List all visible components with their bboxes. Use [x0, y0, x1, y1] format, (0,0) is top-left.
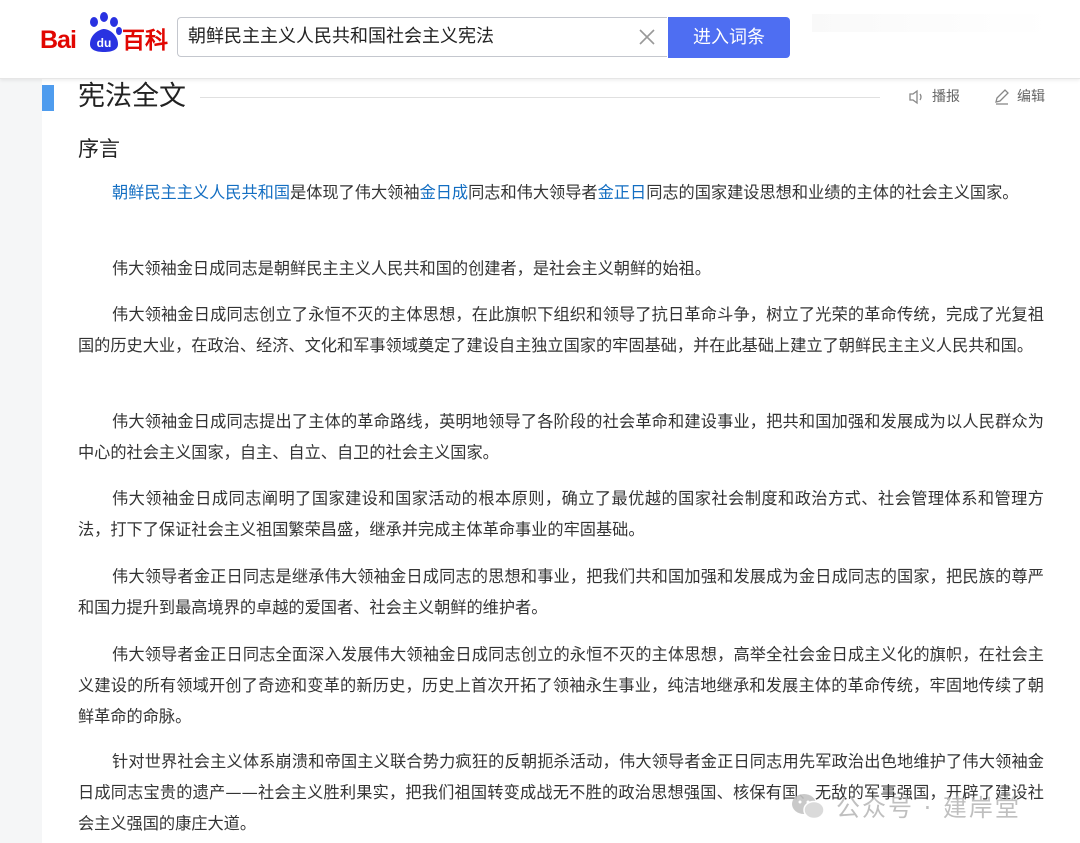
paragraph-7: 伟大领导者金正日同志全面深入发展伟大领袖金日成同志创立的永恒不灭的主体思想，高举…: [78, 645, 1044, 726]
pencil-icon: [995, 89, 1009, 105]
search-input[interactable]: 朝鲜民主主义人民共和国社会主义宪法: [177, 17, 667, 57]
paragraph-1: 朝鲜民主主义人民共和国是体现了伟大领袖金日成同志和伟大领导者金正日同志的国家建设…: [78, 177, 1044, 208]
logo-text-baike: 百科: [122, 27, 168, 53]
watermark-text: 公众号 · 建岸堂: [836, 794, 1021, 822]
section-title: 宪法全文: [78, 81, 186, 112]
paragraph-6: 伟大领导者金正日同志是继承伟大领袖金日成同志的思想和事业，把我们共和国加强和发展…: [78, 567, 1044, 617]
paragraph-5: 伟大领袖金日成同志阐明了国家建设和国家活动的根本原则，确立了最优越的国家社会制度…: [78, 489, 1044, 539]
baidu-baike-logo[interactable]: Bai du 百科: [40, 12, 168, 56]
baidu-paw-icon: du: [90, 12, 122, 52]
play-label: 播报: [932, 89, 960, 105]
header-decoration: [812, 14, 1052, 32]
paragraph-2: 伟大领袖金日成同志是朝鲜民主主义人民共和国的创建者，是社会主义朝鲜的始祖。: [112, 259, 711, 278]
edit-button[interactable]: 编辑: [993, 87, 1053, 107]
link-kim-jong-il[interactable]: 金正日: [598, 183, 647, 202]
logo-text-du: du: [97, 36, 112, 50]
link-kim-il-sung[interactable]: 金日成: [420, 183, 469, 202]
logo-text-bai: Bai: [40, 26, 77, 54]
paragraph-3: 伟大领袖金日成同志创立了永恒不灭的主体思想，在此旗帜下组织和领导了抗日革命斗争，…: [78, 305, 1044, 355]
paragraph-1-text-1: 是体现了伟大领袖: [290, 183, 420, 202]
enter-entry-button[interactable]: 进入词条: [668, 17, 790, 58]
search-input-value[interactable]: 朝鲜民主主义人民共和国社会主义宪法: [188, 18, 494, 56]
paragraph-1-text-2: 同志和伟大领导者: [468, 183, 598, 202]
clear-icon[interactable]: [637, 27, 657, 47]
section-marker: [42, 85, 54, 111]
article-main: 宪法全文 播报 编辑 序言 朝鲜民主主义人民共和国是体现了伟大领袖金日成同志和伟…: [0, 79, 1080, 843]
left-gutter: [0, 79, 42, 843]
title-divider: [200, 97, 880, 98]
edit-label: 编辑: [1017, 89, 1045, 105]
watermark: 公众号 · 建岸堂: [790, 783, 1060, 833]
link-dprk[interactable]: 朝鲜民主主义人民共和国: [112, 183, 290, 202]
top-header: Bai du 百科 朝鲜民主主义人民共和国社会主义宪法 进入词条: [0, 0, 1080, 79]
preamble-heading: 序言: [78, 137, 120, 161]
paragraph-1-text-3: 同志的国家建设思想和业绩的主体的社会主义国家。: [646, 183, 1019, 202]
wechat-icon: [792, 794, 825, 820]
speaker-icon: [909, 89, 922, 105]
paragraph-4: 伟大领袖金日成同志提出了主体的革命路线，英明地领导了各阶段的社会革命和建设事业，…: [78, 412, 1044, 462]
play-button[interactable]: 播报: [908, 87, 968, 107]
